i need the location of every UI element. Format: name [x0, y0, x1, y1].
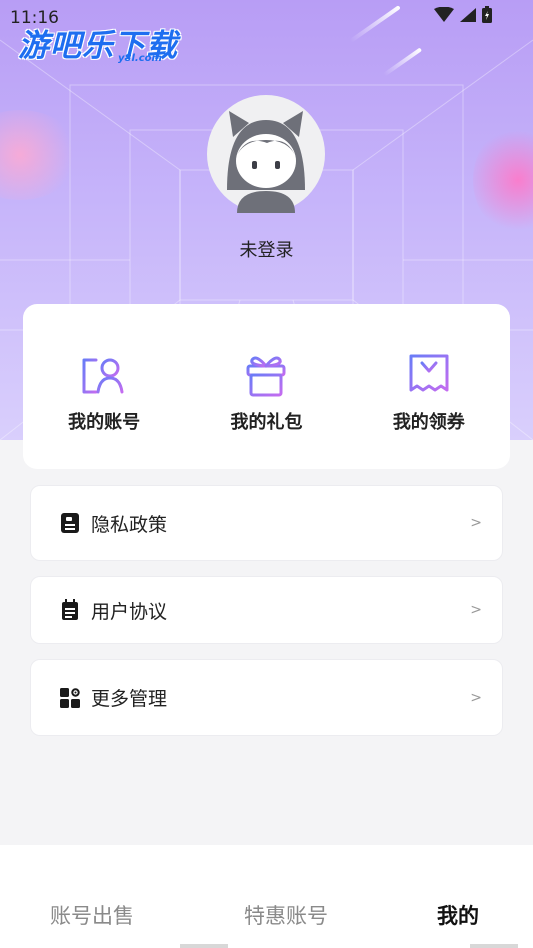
more-management-item[interactable]: 更多管理 > [30, 659, 503, 736]
privacy-policy-label: 隐私政策 [91, 513, 168, 536]
my-account-label: 我的账号 [68, 412, 141, 433]
quick-actions-card: 我的账号 我的礼包 我的领券 [23, 304, 510, 469]
tab-decoration [180, 944, 228, 948]
battery-icon [482, 6, 492, 23]
tab-account-sale[interactable]: 账号出售 [50, 900, 134, 930]
watermark-logo-sub: y8l.com [118, 53, 162, 64]
privacy-icon [59, 512, 81, 534]
default-avatar-icon[interactable] [207, 95, 325, 213]
gift-icon [246, 356, 286, 397]
tab-discount-accounts[interactable]: 特惠账号 [244, 900, 328, 930]
my-coupon-button[interactable]: 我的领券 [359, 304, 499, 434]
chevron-right-icon: > [470, 602, 482, 618]
signal-icon [460, 8, 476, 22]
more-management-label: 更多管理 [91, 688, 168, 710]
privacy-policy-item[interactable]: 隐私政策 > [30, 485, 503, 561]
agreement-icon [59, 599, 81, 621]
wifi-icon [434, 7, 454, 22]
chevron-right-icon: > [470, 515, 482, 531]
my-gift-label: 我的礼包 [230, 412, 303, 433]
tab-mine[interactable]: 我的 [437, 900, 479, 930]
my-coupon-label: 我的领券 [392, 412, 465, 433]
chevron-right-icon: > [470, 689, 482, 706]
tab-decoration [470, 944, 518, 948]
my-account-button[interactable]: 我的账号 [34, 304, 174, 434]
more-manage-icon [59, 687, 81, 709]
bottom-tab-bar: 账号出售 特惠账号 我的 [0, 845, 533, 948]
my-gift-button[interactable]: 我的礼包 [196, 304, 336, 434]
login-status-text[interactable]: 未登录 [0, 236, 533, 262]
user-agreement-item[interactable]: 用户协议 > [30, 576, 503, 644]
status-icons [433, 6, 493, 24]
coupon-icon [409, 354, 449, 392]
account-icon [82, 358, 124, 394]
user-agreement-label: 用户协议 [91, 600, 168, 623]
